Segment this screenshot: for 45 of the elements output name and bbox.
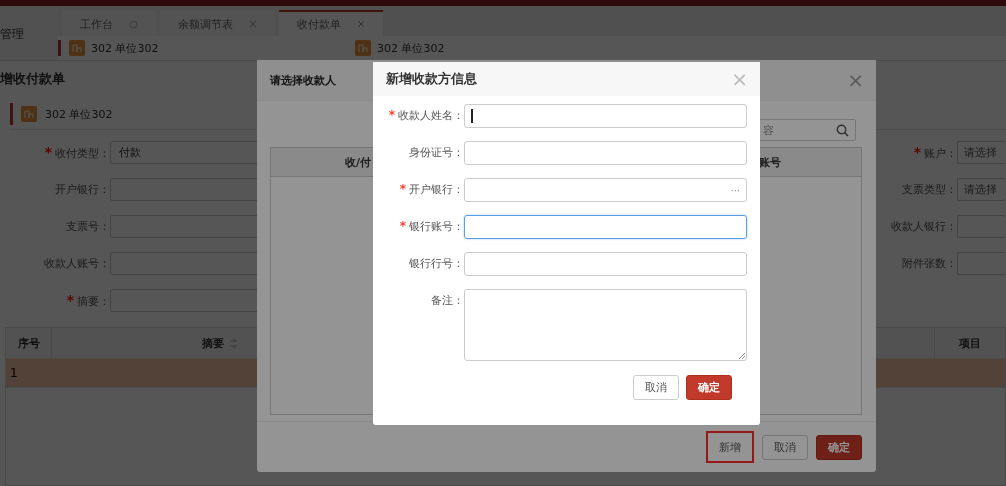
unit-name: 302 单位302 — [45, 106, 113, 122]
column-header[interactable]: 项目 — [935, 328, 1005, 358]
add-button[interactable]: 新增 — [706, 431, 754, 463]
field-label: 收款人姓名： — [398, 109, 464, 122]
search-icon[interactable] — [836, 123, 849, 137]
more-button[interactable]: ··· — [730, 184, 740, 196]
building-icon — [355, 40, 371, 56]
building-icon — [69, 40, 85, 56]
text-area[interactable] — [464, 289, 747, 361]
input-field[interactable] — [464, 215, 747, 239]
dialog-title: 增收付款单 — [0, 70, 65, 88]
field-label: 银行行号： — [409, 257, 464, 270]
close-icon[interactable] — [249, 20, 257, 28]
required-mark: * — [399, 182, 406, 196]
required-mark: * — [399, 219, 406, 233]
column-header[interactable]: 序号 — [6, 328, 52, 358]
confirm-button[interactable]: 确定 — [816, 434, 862, 460]
resize-grip-icon[interactable] — [738, 352, 745, 359]
field-label: 备注： — [431, 294, 464, 307]
dialog-title: 请选择收款人 — [270, 72, 336, 88]
required-mark: * — [913, 144, 921, 160]
column-header[interactable]: 收/付 — [345, 154, 372, 170]
input-field[interactable] — [464, 252, 747, 276]
required-mark: * — [44, 144, 52, 160]
required-mark: * — [388, 108, 395, 122]
input-field[interactable] — [464, 141, 747, 165]
input-field[interactable]: ··· — [464, 178, 747, 202]
close-icon[interactable] — [357, 20, 365, 28]
cancel-button[interactable]: 取消 — [762, 434, 808, 460]
table-cell-text: 1 — [9, 366, 19, 380]
cancel-button[interactable]: 取消 — [633, 375, 679, 400]
dialog-title: 新增收款方信息 — [386, 70, 477, 88]
confirm-button[interactable]: 确定 — [686, 375, 732, 400]
unit-name: 302 单位302 — [91, 40, 159, 56]
required-mark: * — [66, 292, 74, 308]
sidebar-item[interactable]: 管理 — [0, 27, 24, 41]
input-field[interactable] — [464, 104, 747, 128]
field-label: 身份证号： — [409, 146, 464, 159]
close-button[interactable]: × — [847, 70, 864, 90]
building-icon — [21, 106, 37, 122]
field-label: 开户银行： — [409, 183, 464, 196]
field-label: 银行账号： — [409, 220, 464, 233]
unit-name: 302 单位302 — [377, 40, 445, 56]
column-header[interactable]: 账号 — [759, 154, 782, 170]
close-button[interactable]: × — [731, 69, 748, 89]
